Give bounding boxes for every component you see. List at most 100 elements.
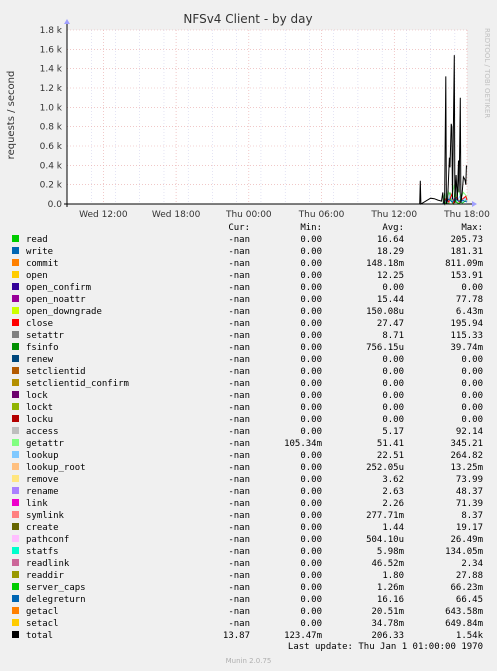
legend-series-name: renew — [26, 355, 54, 365]
y-tick-label: 1.8 k — [40, 26, 63, 36]
legend-min-value: 0.00 — [300, 595, 322, 605]
legend-color-swatch — [12, 607, 19, 614]
legend-max-value: 66.45 — [455, 595, 483, 605]
legend-min-value: 0.00 — [300, 607, 322, 617]
legend-cur-value: -nan — [228, 511, 250, 521]
legend-avg-value: 5.17 — [382, 427, 404, 437]
legend-row: total 13.87 123.47m 206.33 1.54k — [12, 630, 483, 642]
legend-series-name: setclientid — [26, 367, 86, 377]
legend-cur-value: -nan — [228, 283, 250, 293]
legend-max-value: 0.00 — [461, 379, 483, 389]
y-tick-label: 0.8 k — [40, 123, 63, 133]
x-tick-label: Wed 18:00 — [152, 210, 201, 220]
legend-row: server_caps -nan 0.00 1.26m 66.23m — [12, 582, 483, 594]
legend-max-value: 649.84m — [445, 619, 483, 629]
legend-color-swatch — [12, 295, 19, 302]
legend-max-value: 0.00 — [461, 355, 483, 365]
x-tick-label: Thu 18:00 — [443, 210, 490, 220]
legend-avg-value: 252.05u — [366, 463, 404, 473]
legend-color-swatch — [12, 271, 19, 278]
legend-cur-value: -nan — [228, 271, 250, 281]
legend-row: lookup_root -nan 0.00 252.05u 13.25m — [12, 462, 483, 474]
legend-cur-value: -nan — [228, 379, 250, 389]
legend-row: setclientid_confirm -nan 0.00 0.00 0.00 — [12, 378, 483, 390]
legend-swatch — [12, 438, 26, 450]
legend-series-name: access — [26, 427, 59, 437]
legend-color-swatch — [12, 235, 19, 242]
legend-series-name: setacl — [26, 619, 59, 629]
legend-series-name: open_downgrade — [26, 307, 102, 317]
legend-row: open_noattr -nan 0.00 15.44 77.78 — [12, 294, 483, 306]
legend-avg-value: 16.64 — [376, 235, 404, 245]
legend-avg-value: 0.00 — [382, 283, 404, 293]
legend-row: lock -nan 0.00 0.00 0.00 — [12, 390, 483, 402]
legend-min-value: 0.00 — [300, 307, 322, 317]
legend-max-value: 195.94 — [450, 319, 483, 329]
legend-series-name: pathconf — [26, 535, 70, 545]
legend-max-value: 27.88 — [455, 571, 483, 581]
legend-cur-value: -nan — [228, 595, 250, 605]
legend-swatch — [12, 594, 26, 606]
legend-color-swatch — [12, 463, 19, 470]
legend-cur-value: -nan — [228, 355, 250, 365]
legend-series-name: open_noattr — [26, 295, 86, 305]
legend-series-name: readlink — [26, 559, 70, 569]
legend-color-swatch — [12, 427, 19, 434]
legend-max-value: 0.00 — [461, 283, 483, 293]
legend-color-swatch — [12, 247, 19, 254]
legend-avg-value: 8.71 — [382, 331, 404, 341]
legend-avg-value: 0.00 — [382, 415, 404, 425]
munin-version: Munin 2.0.75 — [225, 657, 272, 665]
legend-cur-value: -nan — [228, 475, 250, 485]
legend-min-value: 0.00 — [300, 535, 322, 545]
legend-min-value: 0.00 — [300, 271, 322, 281]
legend-cur-value: -nan — [228, 571, 250, 581]
legend-cur-value: -nan — [228, 367, 250, 377]
legend-header: Cur: Min: Avg: Max: — [12, 222, 483, 234]
legend-row: pathconf -nan 0.00 504.10u 26.49m — [12, 534, 483, 546]
legend-cur-value: -nan — [228, 259, 250, 269]
legend-avg-value: 277.71m — [366, 511, 404, 521]
legend-max-value: 811.09m — [445, 259, 483, 269]
x-tick-label: Thu 06:00 — [298, 210, 345, 220]
legend-series-name: statfs — [26, 547, 59, 557]
legend-max-value: 153.91 — [450, 271, 483, 281]
legend-swatch — [12, 534, 26, 546]
legend-avg-value: 2.63 — [382, 487, 404, 497]
legend-color-swatch — [12, 619, 19, 626]
legend-min-value: 0.00 — [300, 511, 322, 521]
legend-swatch — [12, 582, 26, 594]
legend-cur-value: -nan — [228, 547, 250, 557]
legend-max-value: 66.23m — [450, 583, 483, 593]
legend-min-value: 0.00 — [300, 283, 322, 293]
legend-avg-value: 22.51 — [376, 451, 404, 461]
legend-swatch — [12, 462, 26, 474]
legend-row: statfs -nan 0.00 5.98m 134.05m — [12, 546, 483, 558]
legend-max-value: 134.05m — [445, 547, 483, 557]
legend-color-swatch — [12, 559, 19, 566]
legend-cur-value: -nan — [228, 619, 250, 629]
legend-avg-value: 27.47 — [376, 319, 404, 329]
legend-min-value: 0.00 — [300, 319, 322, 329]
legend-color-swatch — [12, 511, 19, 518]
legend-color-swatch — [12, 403, 19, 410]
legend-max-value: 77.78 — [455, 295, 483, 305]
x-tick-label: Thu 12:00 — [370, 210, 417, 220]
y-tick-label: 0.0 — [48, 200, 63, 210]
legend-max-value: 115.33 — [450, 331, 483, 341]
legend-min-value: 0.00 — [300, 295, 322, 305]
y-tick-label: 1.6 k — [40, 45, 63, 55]
legend-color-swatch — [12, 475, 19, 482]
legend-avg-value: 46.52m — [371, 559, 404, 569]
legend-avg-value: 148.18m — [366, 259, 404, 269]
legend-color-swatch — [12, 259, 19, 266]
legend-min-value: 0.00 — [300, 487, 322, 497]
legend-series-name: lockt — [26, 403, 54, 413]
legend-swatch — [12, 630, 26, 642]
legend-row: locku -nan 0.00 0.00 0.00 — [12, 414, 483, 426]
legend-color-swatch — [12, 343, 19, 350]
legend-avg-value: 51.41 — [376, 439, 404, 449]
legend-row: delegreturn -nan 0.00 16.16 66.45 — [12, 594, 483, 606]
legend-cur-value: 13.87 — [222, 631, 250, 641]
legend-header-name — [26, 222, 198, 234]
